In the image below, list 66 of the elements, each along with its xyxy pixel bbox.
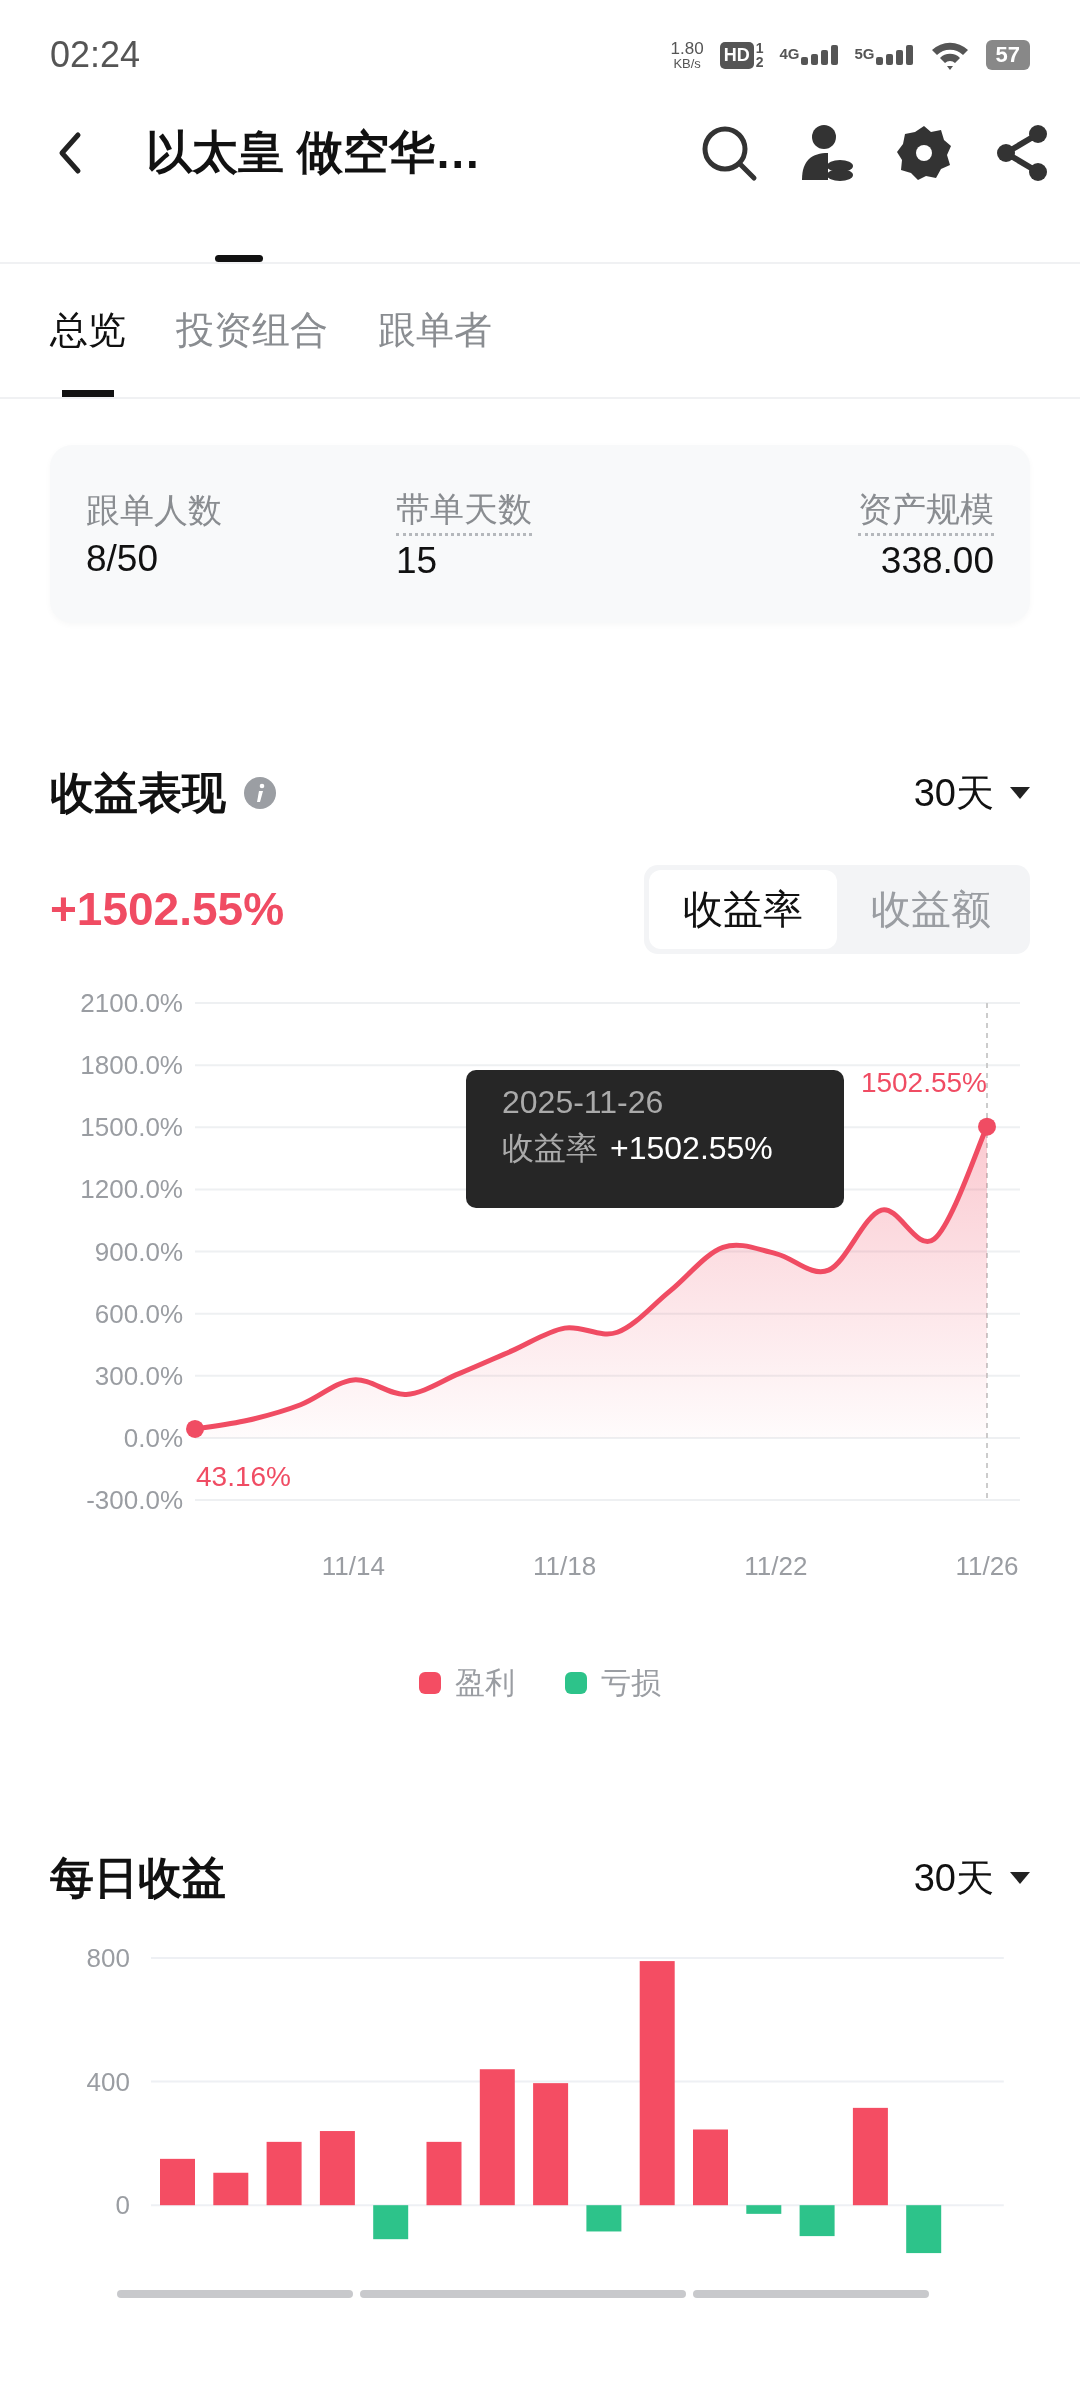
bar bbox=[799, 2205, 835, 2237]
bar bbox=[906, 2205, 942, 2254]
toggle-option[interactable]: 收益率 bbox=[649, 869, 837, 949]
axis-label: 900.0% bbox=[94, 1236, 183, 1267]
battery-level: 57 bbox=[995, 42, 1020, 67]
data-point bbox=[978, 1117, 996, 1136]
stat-value: 338.00 bbox=[880, 539, 994, 582]
stat-value: 15 bbox=[396, 539, 439, 582]
bar bbox=[373, 2205, 409, 2240]
axis-label: 1200.0% bbox=[80, 1174, 183, 1205]
stat-value: 8/50 bbox=[86, 538, 159, 580]
bar bbox=[160, 2158, 195, 2206]
network-speed: 1.80 bbox=[670, 40, 704, 57]
total-return: +1502.55% bbox=[50, 882, 285, 936]
period-dropdown[interactable]: 30天 bbox=[913, 767, 1030, 819]
caret-icon bbox=[1010, 1872, 1030, 1884]
signal-icon bbox=[800, 45, 839, 65]
tooltip-date: 2025-11-26 bbox=[502, 1084, 665, 1121]
bar bbox=[746, 2205, 782, 2214]
axis-label: 11/22 bbox=[744, 1551, 808, 1581]
bar bbox=[266, 2141, 302, 2206]
data-label: 1502.55% bbox=[860, 1066, 987, 1098]
sim-number: 1 bbox=[755, 41, 764, 55]
axis-label: 1800.0% bbox=[80, 1050, 183, 1081]
signal-icon bbox=[875, 45, 914, 65]
axis-label: 11/18 bbox=[533, 1551, 597, 1581]
stat-label: 跟单人数 bbox=[86, 490, 222, 531]
axis-label: 400 bbox=[86, 2066, 130, 2097]
axis-label: 0 bbox=[115, 2190, 130, 2221]
axis-label: 11/14 bbox=[321, 1551, 385, 1581]
data-label: 43.16% bbox=[196, 1460, 291, 1492]
legend-label: 盈利 bbox=[455, 1664, 515, 1701]
section-title: 每日收益 bbox=[50, 1851, 226, 1904]
hd-badge: HD bbox=[719, 41, 754, 69]
page-title: 以太皇 做空华… bbox=[146, 124, 482, 180]
person-coin-icon[interactable] bbox=[800, 123, 854, 182]
stat-label: 带单天数 bbox=[396, 486, 532, 536]
tooltip-value: +1502.55% bbox=[610, 1130, 773, 1167]
axis-label: 2100.0% bbox=[80, 988, 183, 1018]
bar bbox=[586, 2205, 622, 2232]
share-icon[interactable] bbox=[994, 123, 1050, 182]
axis-label: 11/26 bbox=[955, 1551, 1019, 1581]
legend-label: 亏损 bbox=[601, 1664, 661, 1701]
network-type: 4G bbox=[779, 45, 800, 62]
tab[interactable]: 总览 bbox=[50, 264, 126, 397]
axis-label: 600.0% bbox=[94, 1298, 183, 1329]
axis-label: 300.0% bbox=[94, 1360, 183, 1391]
settings-icon[interactable] bbox=[896, 123, 952, 182]
bar bbox=[426, 2141, 462, 2206]
info-icon bbox=[244, 777, 276, 809]
axis-label: 1500.0% bbox=[80, 1112, 183, 1143]
stat-label: 资产规模 bbox=[858, 486, 994, 536]
period-dropdown[interactable]: 30天 bbox=[913, 1852, 1030, 1904]
sim-number: 2 bbox=[755, 55, 764, 69]
section-title: 收益表现 bbox=[50, 766, 226, 819]
axis-label: -300.0% bbox=[86, 1485, 183, 1515]
clock-time: 02:24 bbox=[50, 34, 141, 76]
network-type: 5G bbox=[854, 45, 875, 62]
axis-label: 0.0% bbox=[123, 1422, 183, 1453]
speed-unit: KB/s bbox=[673, 57, 701, 70]
axis-label: 800 bbox=[86, 1943, 130, 1973]
tooltip-label: 收益率 bbox=[502, 1129, 598, 1168]
indicator-bar bbox=[215, 255, 263, 262]
caret-icon bbox=[1010, 787, 1030, 799]
bar bbox=[213, 2172, 249, 2206]
data-point bbox=[186, 1419, 204, 1438]
